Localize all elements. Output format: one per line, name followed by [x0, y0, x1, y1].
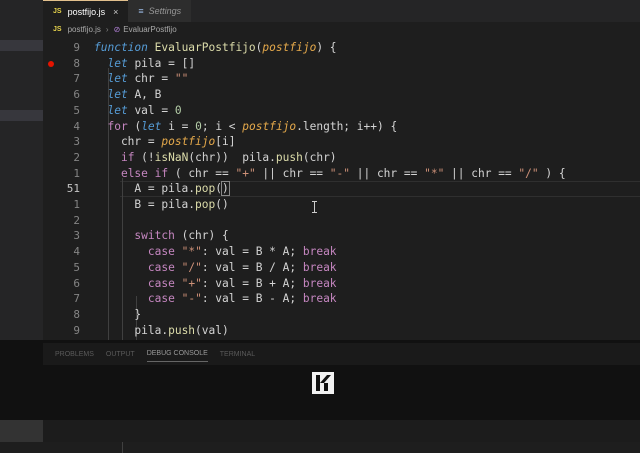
code-line: chr = postfijo[i] — [94, 135, 236, 149]
line-number: 1 — [73, 198, 80, 211]
code-line: if (!isNaN(chr)) pila.push(chr) — [120, 150, 337, 164]
code-line: switch (chr) { — [134, 229, 229, 243]
panel-tab-bar: PROBLEMS OUTPUT DEBUG CONSOLE TERMINAL — [43, 343, 640, 365]
code-line: } — [94, 307, 142, 321]
code-line: case "*": val = B * A; break — [147, 245, 337, 259]
tab-terminal[interactable]: TERMINAL — [220, 347, 255, 362]
breadcrumb: JS postfijo.js › ⊘ EvaluarPostfijo — [43, 22, 640, 36]
code-editor[interactable]: function EvaluarPostfijo(postfijo) { let… — [94, 38, 640, 453]
tab-output[interactable]: OUTPUT — [106, 347, 135, 362]
status-bar-left — [0, 420, 43, 442]
status-bar — [0, 420, 640, 442]
editor-tab-bar: JS postfijo.js × ≡ Settings — [43, 0, 640, 22]
code-line: B = pila.pop() — [94, 198, 229, 211]
line-number: 5 — [73, 103, 80, 117]
code-line: let chr = "" — [107, 72, 189, 86]
line-number: 7 — [73, 292, 80, 306]
function-symbol-icon: ⊘ — [113, 24, 121, 34]
line-number: 3 — [73, 135, 80, 149]
settings-file-icon: ≡ — [138, 6, 144, 16]
chevron-right-icon: › — [105, 24, 109, 34]
line-number: 3 — [73, 229, 80, 243]
line-number: 8 — [73, 56, 80, 70]
line-number: 4 — [73, 245, 80, 259]
sidebar-block — [0, 40, 43, 51]
line-number: 2 — [73, 213, 80, 227]
line-number: 9 — [73, 41, 80, 54]
code-line: let pila = [] — [107, 56, 196, 70]
close-icon[interactable]: × — [113, 7, 118, 17]
text-cursor-icon — [312, 201, 318, 213]
code-line: for (let i = 0; i < postfijo.length; i++… — [107, 119, 398, 133]
breadcrumb-file[interactable]: postfijo.js — [68, 25, 101, 34]
code-line: function EvaluarPostfijo(postfijo) { — [94, 41, 337, 54]
debug-console-output[interactable] — [43, 365, 640, 420]
tab-debug-console[interactable]: DEBUG CONSOLE — [146, 346, 208, 362]
tab-label: postfijo.js — [67, 6, 106, 17]
line-number: 1 — [73, 166, 80, 180]
code-line: case "-": val = B - A; break — [147, 292, 337, 306]
code-line: A = pila.pop() — [94, 181, 230, 197]
tab-label: Settings — [148, 6, 182, 16]
code-line: else if ( chr == "+" || chr == "-" || ch… — [120, 166, 566, 180]
code-line: case "/": val = B / A; break — [147, 260, 337, 274]
line-number: 6 — [73, 88, 80, 102]
tab-problems[interactable]: PROBLEMS — [55, 347, 94, 362]
code-line: pila.push(val) — [94, 323, 229, 337]
line-number: 51 — [66, 182, 80, 196]
code-line: let val = 0 — [107, 103, 182, 117]
tab-postfijo[interactable]: JS postfijo.js × — [43, 0, 129, 22]
javascript-file-icon: JS — [53, 25, 62, 33]
line-number: 7 — [73, 72, 80, 86]
sidebar-block — [0, 110, 43, 121]
line-number: 6 — [73, 276, 80, 290]
logo-icon — [312, 372, 334, 394]
code-line: let A, B — [107, 88, 162, 102]
line-number: 4 — [73, 119, 80, 133]
line-number-gutter: 9 8 7 6 5 4 3 2 1 51 1 2 3 4 5 6 7 8 9 — [43, 38, 91, 343]
code-line: case "+": val = B + A; break — [147, 276, 337, 290]
breadcrumb-symbol[interactable]: EvaluarPostfijo — [123, 25, 176, 34]
line-number: 9 — [73, 323, 80, 337]
tab-settings[interactable]: ≡ Settings — [128, 0, 192, 22]
line-number: 8 — [73, 307, 80, 321]
line-number: 2 — [73, 150, 80, 164]
line-number: 5 — [73, 260, 80, 274]
javascript-file-icon: JS — [53, 8, 62, 15]
